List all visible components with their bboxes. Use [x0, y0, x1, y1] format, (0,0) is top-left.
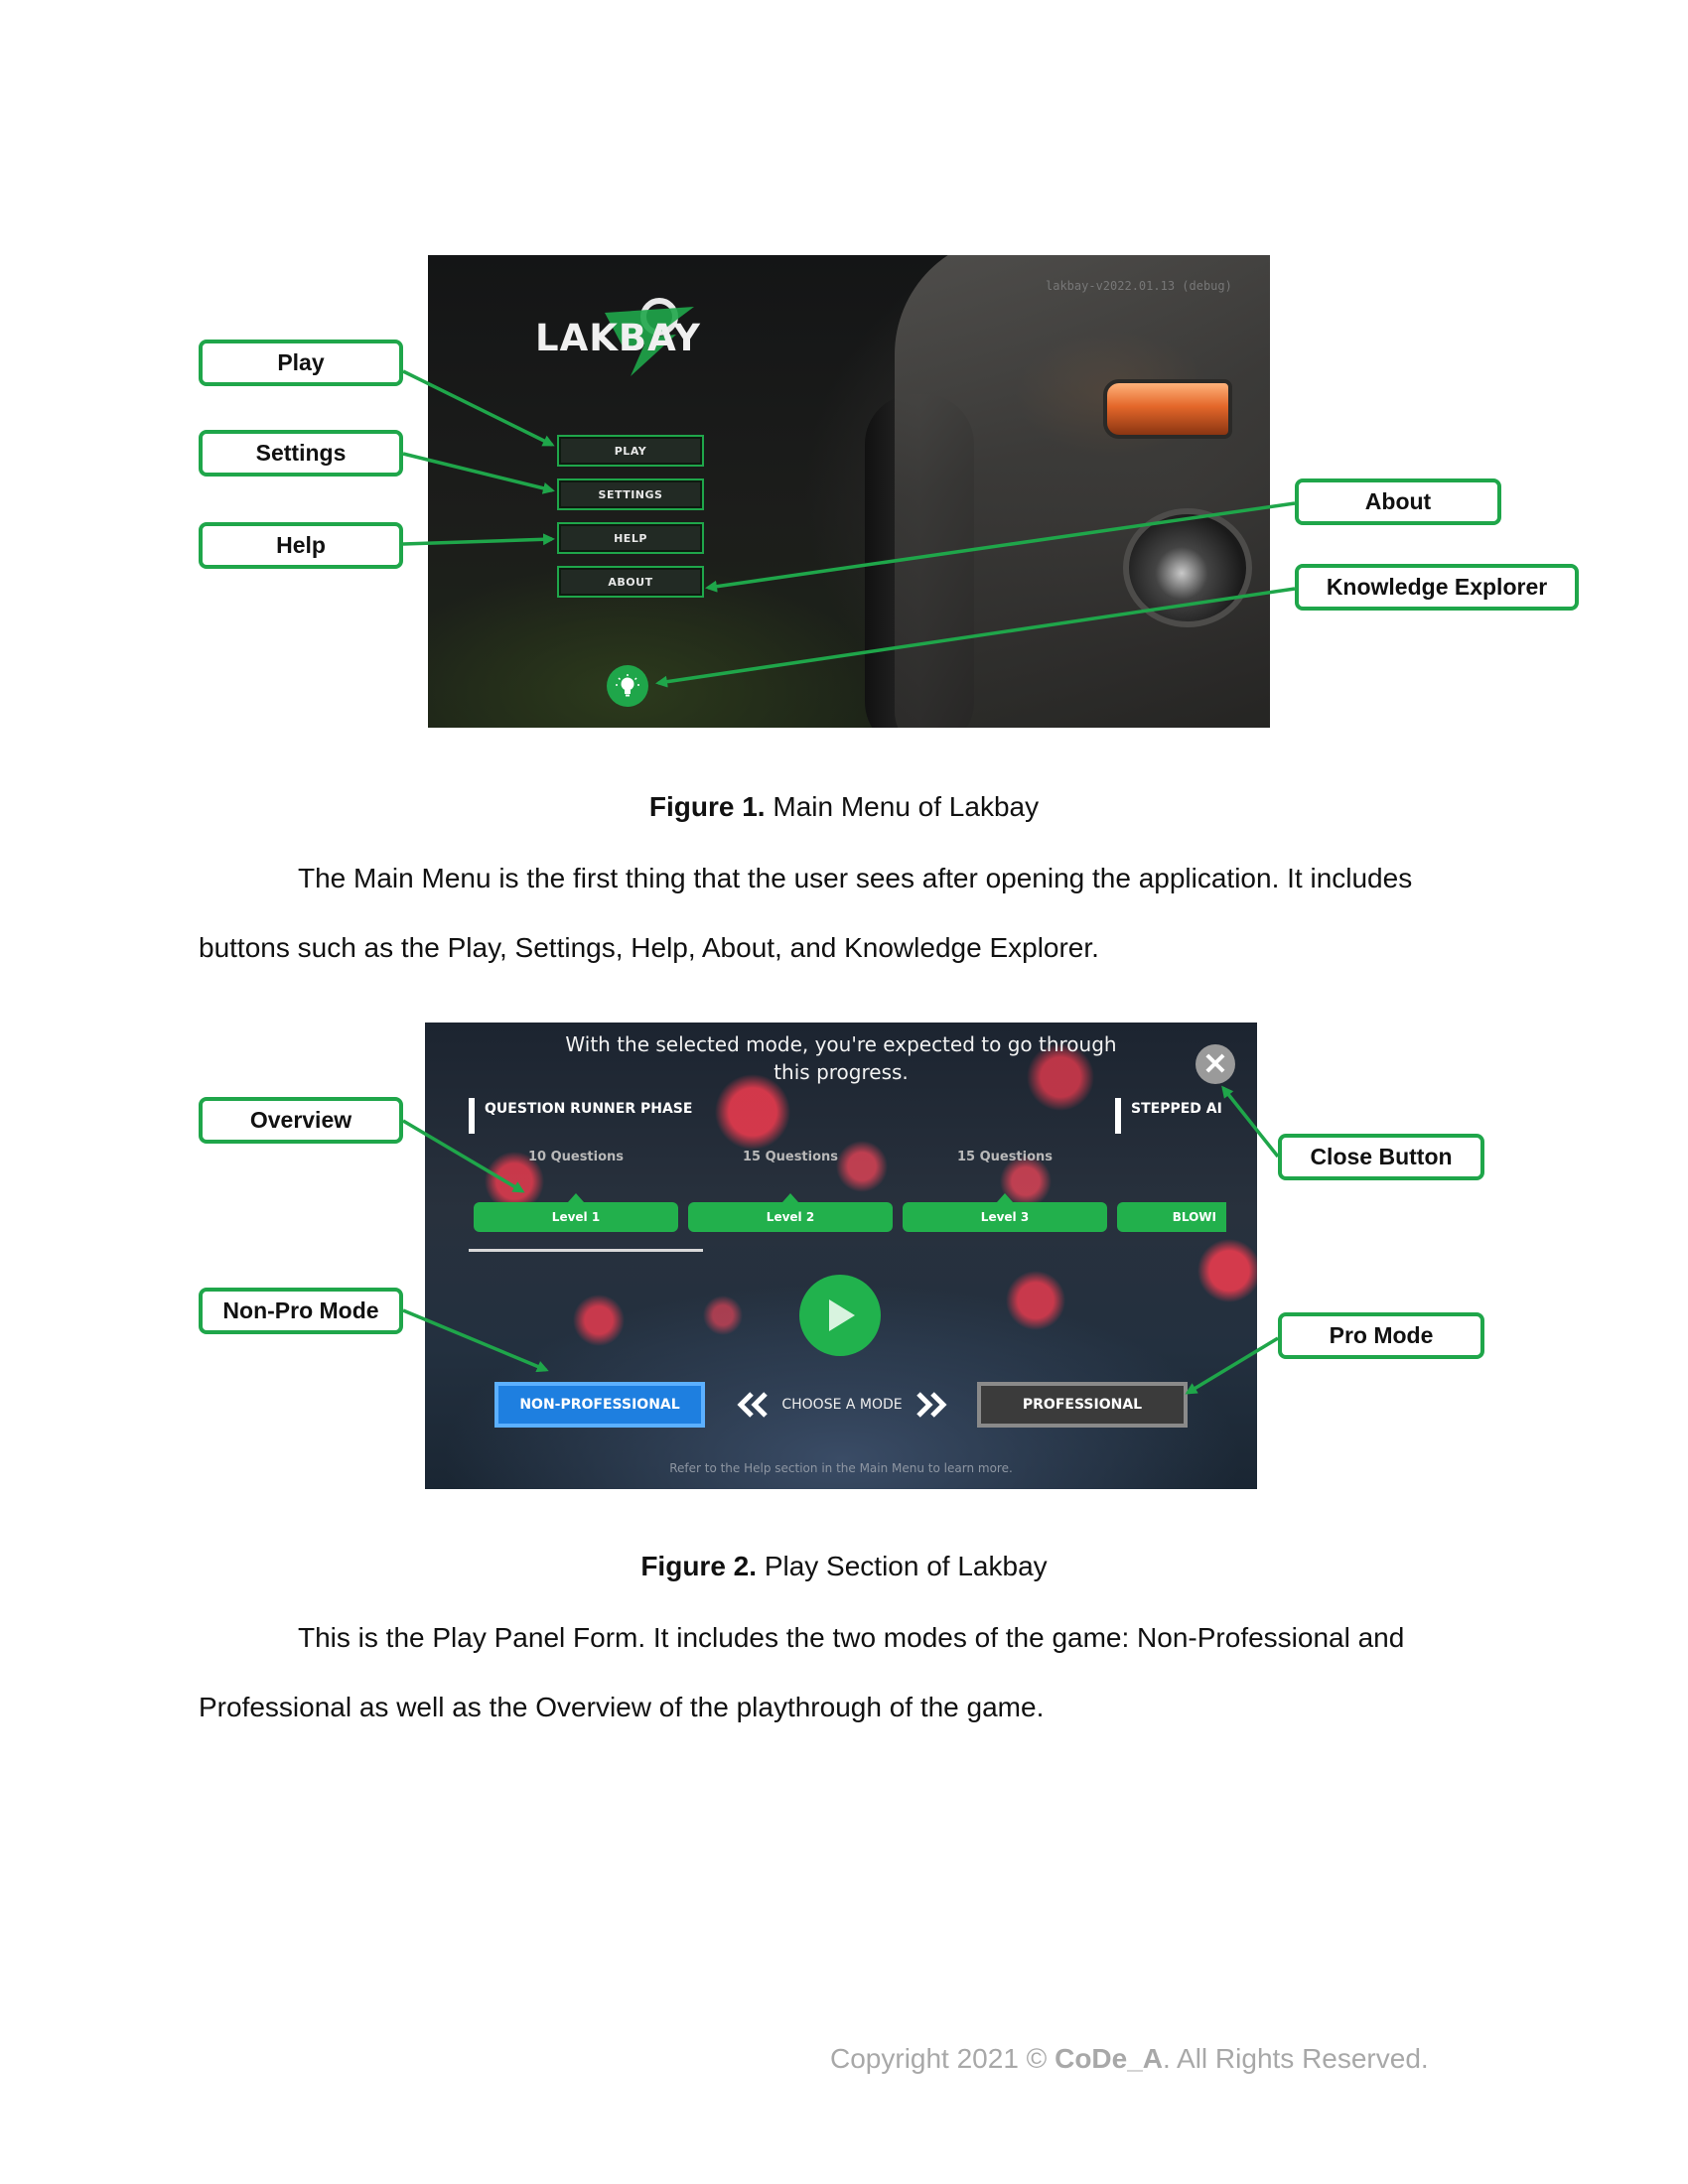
paragraph2-line2: Professional as well as the Overview of …	[199, 1692, 1045, 1722]
footer-suffix: . All Rights Reserved.	[1163, 2043, 1429, 2074]
paragraph-main-menu: The Main Menu is the first thing that th…	[199, 844, 1489, 983]
help-hint: Refer to the Help section in the Main Me…	[669, 1461, 1013, 1475]
footer-brand: CoDe_A	[1055, 2043, 1164, 2074]
version-label: lakbay-v2022.01.13 (debug)	[1046, 279, 1232, 293]
lightbulb-icon	[616, 674, 639, 697]
callout-pro-mode: Pro Mode	[1278, 1312, 1484, 1359]
level2-pointer	[782, 1193, 798, 1202]
car-headlight	[1103, 379, 1232, 439]
non-professional-mode-button[interactable]: NON-PROFESSIONAL	[494, 1382, 705, 1428]
paragraph1-line2: buttons such as the Play, Settings, Help…	[199, 932, 1099, 963]
logo-text: LAKBAY	[535, 317, 701, 359]
car-foglamp	[1123, 508, 1252, 627]
phase-question-runner: QUESTION RUNNER PHASE	[469, 1098, 692, 1134]
level2-question-count: 15 Questions	[742, 1150, 839, 1164]
level-1-pill: Level 1	[474, 1202, 678, 1232]
figure2-caption: Figure 2. Play Section of Lakbay	[0, 1551, 1688, 1582]
callout-settings: Settings	[199, 430, 403, 477]
knowledge-explorer-button[interactable]	[607, 665, 648, 707]
close-icon: ✕	[1202, 1047, 1228, 1081]
overview-scroll-indicator[interactable]	[469, 1249, 703, 1252]
level1-question-count: 10 Questions	[527, 1150, 625, 1164]
paragraph1-line1: The Main Menu is the first thing that th…	[298, 863, 1413, 893]
car-body	[895, 255, 1270, 728]
play-section-screenshot: With the selected mode, you're expected …	[425, 1023, 1257, 1489]
callout-non-pro-mode: Non-Pro Mode	[199, 1288, 403, 1334]
callout-about: About	[1295, 478, 1501, 525]
figure2-caption-label: Figure 2.	[640, 1551, 758, 1581]
level3-question-count: 15 Questions	[956, 1150, 1054, 1164]
main-menu-screenshot: lakbay-v2022.01.13 (debug) LAKBAY PLAY S…	[428, 255, 1270, 728]
callout-knowledge-explorer: Knowledge Explorer	[1295, 564, 1579, 611]
settings-button[interactable]: SETTINGS	[557, 478, 704, 510]
figure1-caption-label: Figure 1.	[648, 791, 766, 822]
level-3-pill: Level 3	[903, 1202, 1107, 1232]
phase-stepped: STEPPED AI	[1115, 1098, 1222, 1134]
progress-heading-line1: With the selected mode, you're expected …	[565, 1032, 1117, 1056]
chevron-left-icon[interactable]	[736, 1391, 772, 1419]
start-play-button[interactable]	[799, 1275, 881, 1356]
about-button[interactable]: ABOUT	[557, 566, 704, 598]
chevron-right-icon[interactable]	[913, 1391, 948, 1419]
choose-mode-label: CHOOSE A MODE	[781, 1397, 903, 1413]
callout-play: Play	[199, 340, 403, 386]
footer-prefix: Copyright 2021 ©	[830, 2043, 1055, 2074]
lakbay-logo: LAKBAY	[535, 285, 704, 379]
choose-mode-switcher: CHOOSE A MODE	[733, 1388, 951, 1422]
progress-heading-line2: this progress.	[774, 1060, 909, 1084]
figure2-caption-text: Play Section of Lakbay	[764, 1551, 1048, 1581]
callout-overview: Overview	[199, 1097, 403, 1144]
figure1-caption-text: Main Menu of Lakbay	[773, 791, 1040, 822]
callout-help: Help	[199, 522, 403, 569]
play-icon	[829, 1299, 855, 1331]
help-button[interactable]: HELP	[557, 522, 704, 554]
play-button[interactable]: PLAY	[557, 435, 704, 467]
progress-heading: With the selected mode, you're expected …	[425, 1030, 1257, 1086]
level-blowing-pill: BLOWI	[1117, 1202, 1226, 1232]
level3-pointer	[997, 1193, 1013, 1202]
figure1-caption: Figure 1. Main Menu of Lakbay	[0, 791, 1688, 823]
close-button[interactable]: ✕	[1196, 1044, 1235, 1084]
professional-mode-button[interactable]: PROFESSIONAL	[977, 1382, 1188, 1428]
copyright-footer: Copyright 2021 © CoDe_A. All Rights Rese…	[830, 2043, 1429, 2075]
paragraph2-line1: This is the Play Panel Form. It includes…	[298, 1622, 1405, 1653]
level-2-pill: Level 2	[688, 1202, 893, 1232]
paragraph-play-panel: This is the Play Panel Form. It includes…	[199, 1603, 1489, 1742]
callout-close-button: Close Button	[1278, 1134, 1484, 1180]
level1-pointer	[568, 1193, 584, 1202]
